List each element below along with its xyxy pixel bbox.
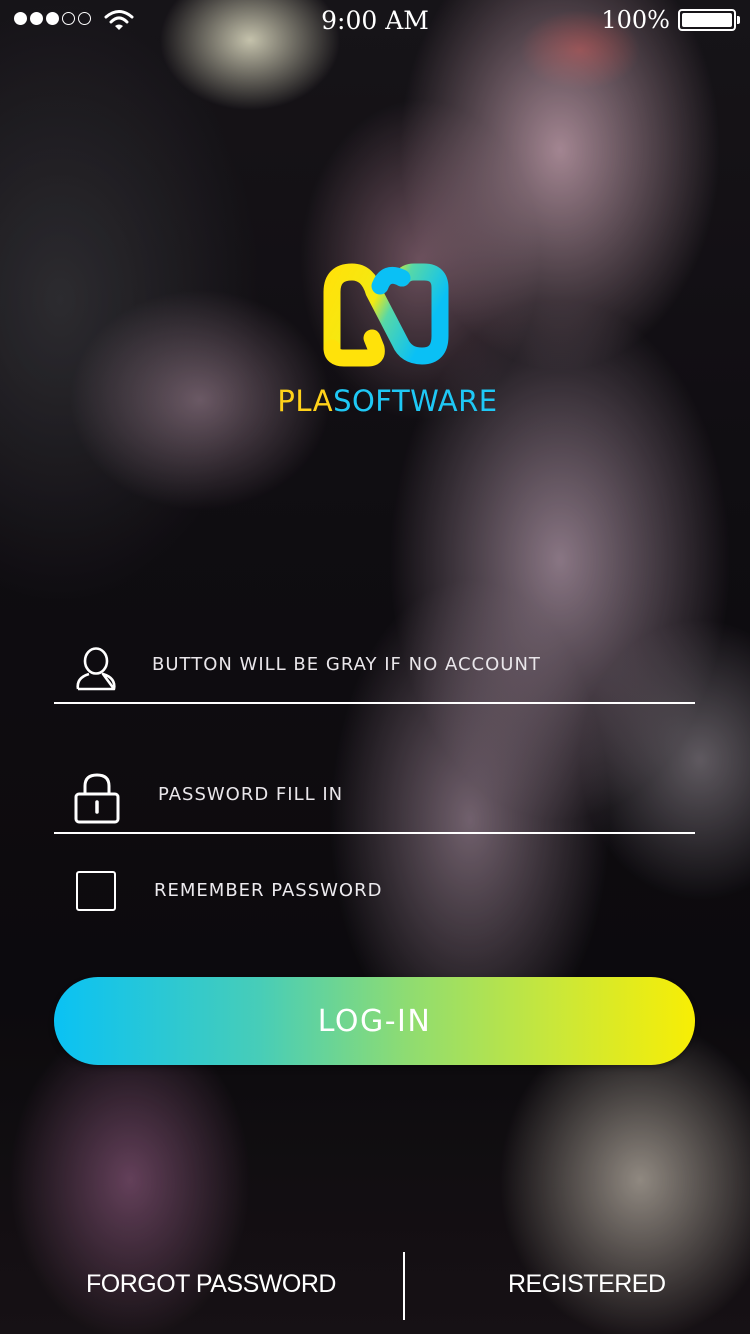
account-field[interactable] xyxy=(54,624,695,704)
remember-checkbox[interactable] xyxy=(76,871,116,911)
register-link[interactable]: REGISTERED xyxy=(508,1270,666,1299)
battery-icon xyxy=(678,9,740,31)
brand-name-part2: SOFTWARE xyxy=(333,384,498,418)
forgot-password-link[interactable]: FORGOT PASSWORD xyxy=(86,1270,336,1299)
footer-divider xyxy=(403,1252,405,1320)
login-button[interactable]: LOG-IN xyxy=(54,977,695,1065)
logo-icon xyxy=(323,263,449,367)
brand-name: PLASOFTWARE xyxy=(0,384,750,418)
lock-icon xyxy=(74,773,120,824)
remember-password[interactable]: REMEMBER PASSWORD xyxy=(76,870,476,912)
status-bar: 9:00 AM 100% xyxy=(0,0,750,40)
password-field[interactable] xyxy=(54,754,695,834)
brand-name-part1: PLA xyxy=(277,384,334,418)
remember-label: REMEMBER PASSWORD xyxy=(154,880,383,901)
account-input[interactable] xyxy=(152,644,672,684)
user-icon xyxy=(76,647,116,691)
battery-percent: 100% xyxy=(601,6,670,34)
password-input[interactable] xyxy=(158,774,678,814)
